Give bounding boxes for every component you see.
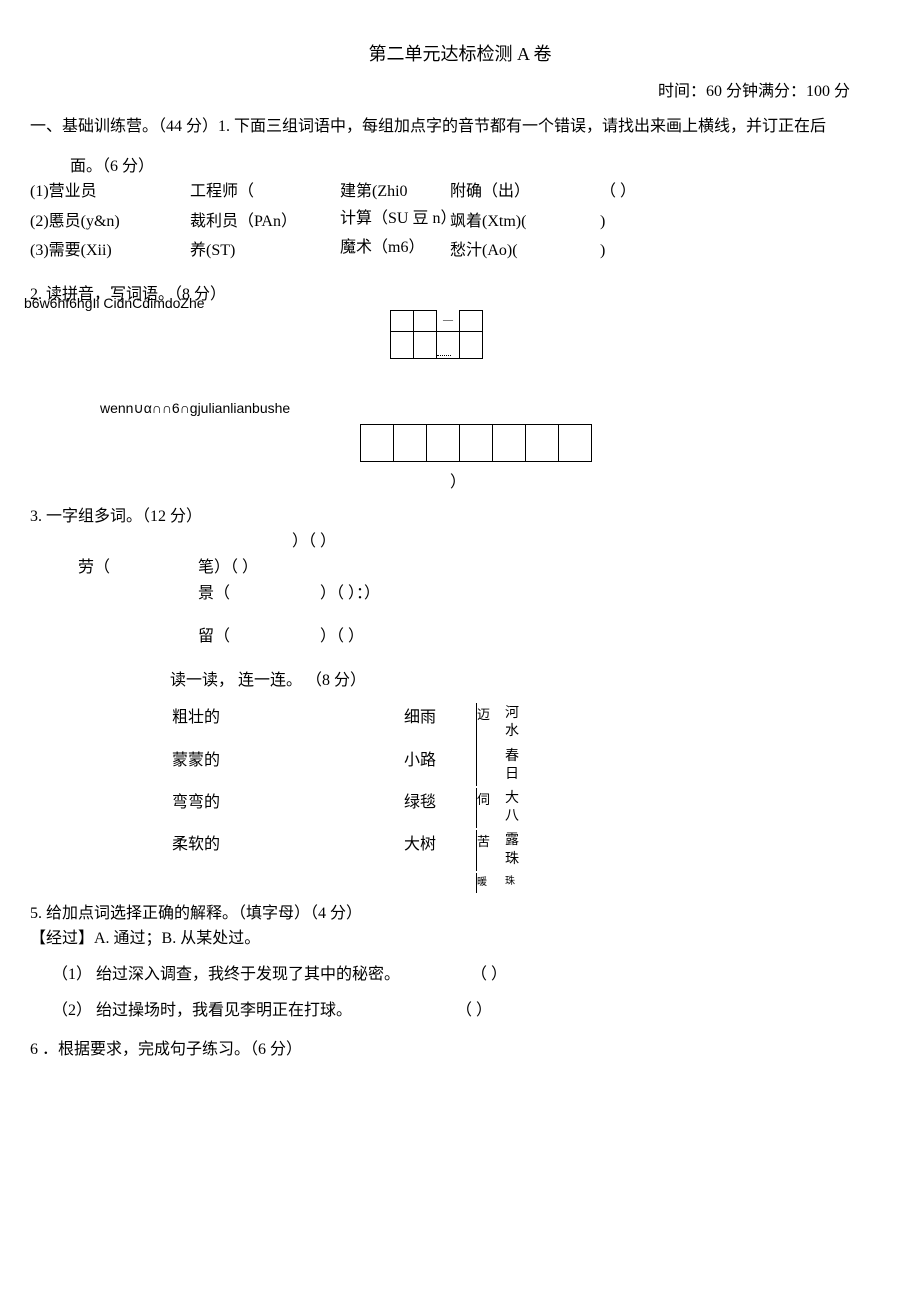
q4-right-extra: 珠 (505, 873, 525, 893)
section1-heading: 一、基础训练营。（44 分）1. 下面三组词语中，每组加点字的音节都有一个错误，… (30, 114, 890, 140)
q4-left-0: 粗壮的 (172, 703, 402, 743)
q3-row-top-b: ）（ ） (292, 529, 890, 555)
q4-mid-3: 大树 (404, 830, 474, 870)
q3-blank-2: ）（ ）：） (320, 585, 380, 602)
q3-char-1: 笔）（ (198, 559, 238, 576)
q3-blank-1: ） (238, 559, 258, 576)
q1-r2-blank: ) (600, 209, 605, 235)
q5-s2-blank: （ ） (429, 998, 519, 1024)
q4-mini-0: 迈 (476, 703, 503, 786)
q1-r2-c1: (2)慝员(y&n) (30, 209, 190, 235)
q5-s1-blank: （ ） (444, 962, 534, 988)
q4-left-3: 柔软的 (172, 830, 402, 870)
q1-r3-c2: 养(ST) (190, 238, 340, 264)
q1-r1-c3: 建第(Zhi0 (340, 179, 450, 205)
q4-left-1: 蒙蒙的 (172, 746, 402, 786)
q1-row-1: (1)营业员 工程师（ 建第(Zhi0 附确（出） （ ） (30, 179, 890, 205)
q1-row-2: (2)慝员(y&n) 裁利员（PAn） 计算（SU 豆 n） 飒着(Xtm)( … (30, 209, 890, 235)
q5-heading: 5. 给加点词选择正确的解释。（填字母）（4 分） (30, 901, 890, 927)
q4-mini-3: 暖 (476, 873, 503, 893)
q3-blank-3: ）（ ） (320, 628, 364, 645)
q5-def: 【经过】A. 通过；B. 从某处过。 (30, 926, 890, 952)
q4-mid-1: 小路 (404, 746, 474, 786)
q4-right-3: 露珠 (505, 830, 525, 870)
q3-heading: 3. 一字组多词。（12 分） (30, 504, 890, 530)
q4-mid-2: 绿毯 (404, 788, 474, 828)
q1-r2-c3: 计算（SU 豆 n） (340, 209, 450, 228)
q2-close-paren: ） (450, 470, 890, 496)
q4-mini-2: 苦 (476, 830, 503, 870)
q2-pinyin2: wenn∪α∩∩6∩gjulianlianbushe (100, 397, 890, 419)
q1-row-3: (3)需要(Xii) 养(ST) 魔术（m6） 愁汁(Ao)( ) (30, 238, 890, 264)
q3-char-2: 景（ (198, 585, 230, 602)
q4-right-1: 春日 (505, 746, 525, 786)
q1-r3-c1: (3)需要(Xii) (30, 238, 190, 264)
q1-r2-c2: 裁利员（PAn） (190, 209, 340, 235)
q4-match-table: 粗壮的 细雨 迈 河水 蒙蒙的 小路 春日 弯弯的 绿毯 伺 大八 柔软的 大树… (170, 701, 527, 895)
q4-left-2: 弯弯的 (172, 788, 402, 828)
q3-left-char: 劳（ (30, 555, 138, 581)
q1-r3-blank: ) (600, 238, 605, 264)
q4-right-2: 大八 (505, 788, 525, 828)
q4-mini-1: 伺 (476, 788, 503, 828)
q1-r3-c4: 愁汁(Ao)( (450, 238, 600, 264)
q1-r1-c4: 附确（出） (450, 179, 600, 205)
q3-char-3: 留（ (198, 628, 230, 645)
q4-mid-0: 细雨 (404, 703, 474, 743)
q2-grid2 (360, 424, 592, 462)
q6-heading: 6 ．根据要求，完成句子练习。（6 分） (30, 1037, 890, 1063)
page-title: 第二单元达标检测 A 卷 (30, 40, 890, 69)
q2-pinyin1: b6w6hf6hgIi CidnCdimdoZhe (24, 292, 205, 314)
time-score-line: 时间：60 分钟满分：100 分 (30, 79, 890, 105)
q5-s2: （2） 绐过操场时，我看见李明正在打球。 (52, 1002, 352, 1019)
q1-r1-c1: (1)营业员 (30, 179, 190, 205)
q2-grid1: — (390, 310, 483, 359)
section1-tail: 面。（6 分） (30, 154, 890, 180)
q1-r1-blank: （ ） (600, 179, 636, 205)
q1-r2-c4: 飒着(Xtm)( (450, 209, 600, 235)
q1-r3-c3: 魔术（m6） (340, 238, 450, 257)
q1-r1-c2: 工程师（ (190, 179, 340, 205)
q4-right-0: 河水 (505, 703, 525, 743)
q5-s1: （1） 绐过深入调查，我终于发现了其中的秘密。 (52, 966, 400, 983)
q4-heading: 读一读， 连一连。 （8 分） (170, 668, 890, 694)
